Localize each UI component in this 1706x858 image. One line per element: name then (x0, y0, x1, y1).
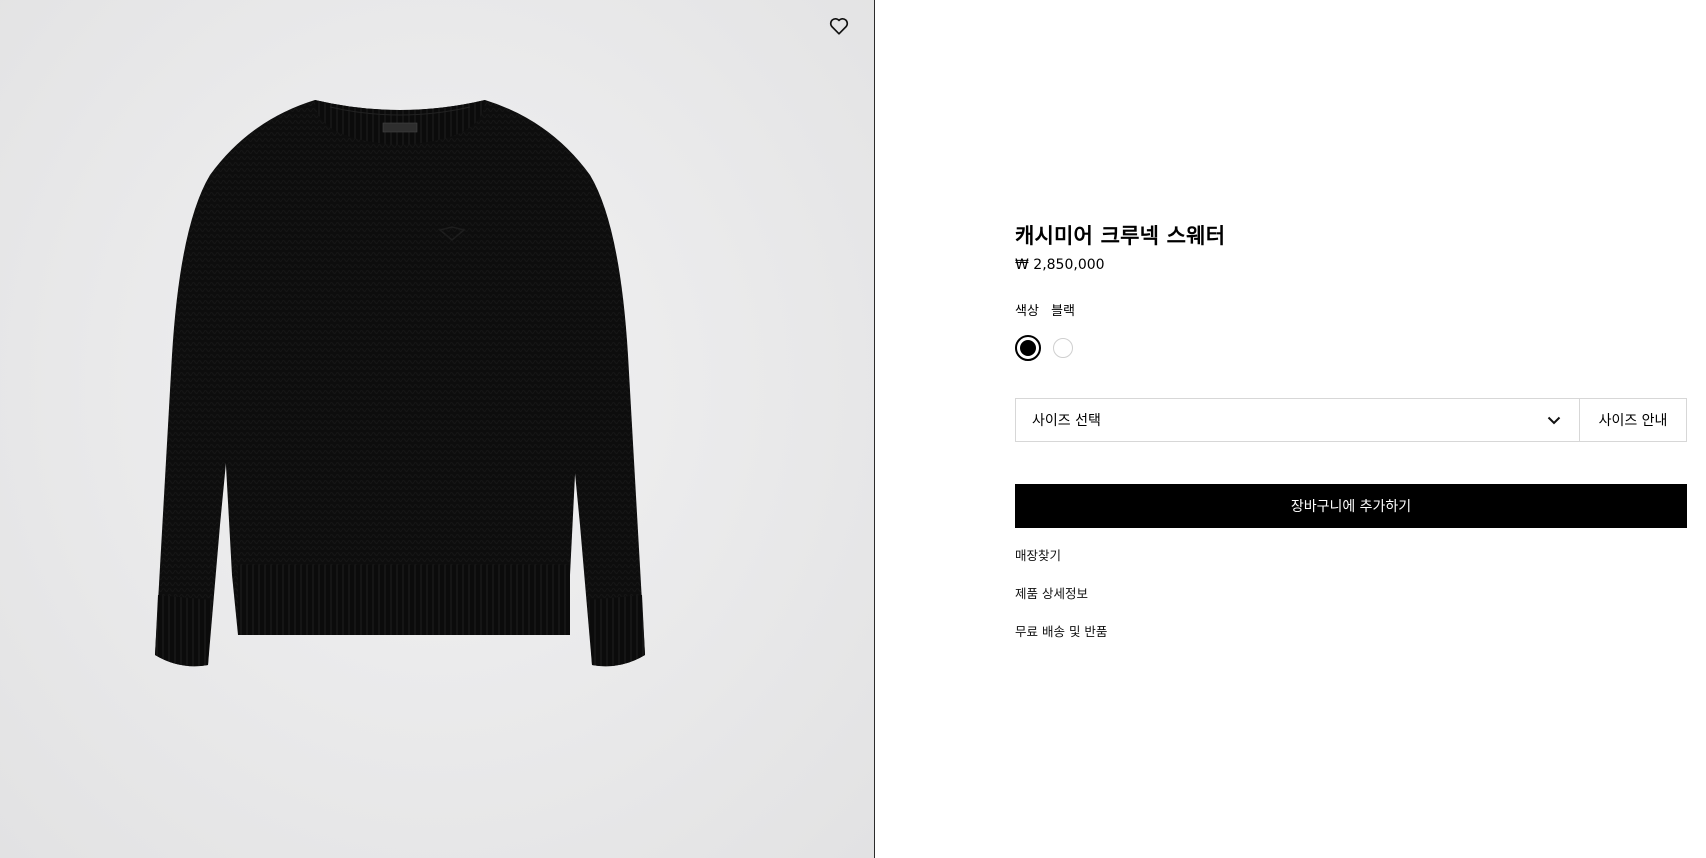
product-price: ₩ 2,850,000 (1015, 257, 1105, 273)
selected-color-name: 블랙 (1051, 304, 1075, 319)
color-label: 색상 (1015, 304, 1039, 319)
size-select[interactable]: 사이즈 선택 (1015, 398, 1580, 442)
color-swatches (1015, 335, 1073, 361)
sweater-image[interactable] (150, 95, 650, 725)
add-to-cart-button[interactable]: 장바구니에 추가하기 (1015, 484, 1687, 528)
product-info-panel: 캐시미어 크루넥 스웨터 ₩ 2,850,000 색상 블랙 사이즈 선택 사이… (1015, 0, 1687, 858)
size-select-label: 사이즈 선택 (1032, 413, 1101, 429)
size-row: 사이즈 선택 사이즈 안내 (1015, 398, 1687, 442)
wishlist-button[interactable] (825, 12, 853, 40)
product-title: 캐시미어 크루넥 스웨터 (1015, 224, 1226, 248)
store-locator-link[interactable]: 매장찾기 (1015, 548, 1107, 586)
product-page: 캐시미어 크루넥 스웨터 ₩ 2,850,000 색상 블랙 사이즈 선택 사이… (0, 0, 1706, 858)
product-image-panel (0, 0, 875, 858)
chevron-down-icon (1547, 416, 1561, 424)
color-swatch-black[interactable] (1015, 335, 1041, 361)
shipping-returns-link[interactable]: 무료 배송 및 반품 (1015, 624, 1107, 662)
size-guide-button[interactable]: 사이즈 안내 (1580, 398, 1687, 442)
color-swatch-white[interactable] (1053, 338, 1073, 358)
heart-icon (829, 18, 849, 35)
product-details-link[interactable]: 제품 상세정보 (1015, 586, 1107, 624)
info-links: 매장찾기 제품 상세정보 무료 배송 및 반품 (1015, 548, 1107, 662)
color-swatch-black-dot (1020, 340, 1036, 356)
color-row: 색상 블랙 (1015, 300, 1075, 319)
